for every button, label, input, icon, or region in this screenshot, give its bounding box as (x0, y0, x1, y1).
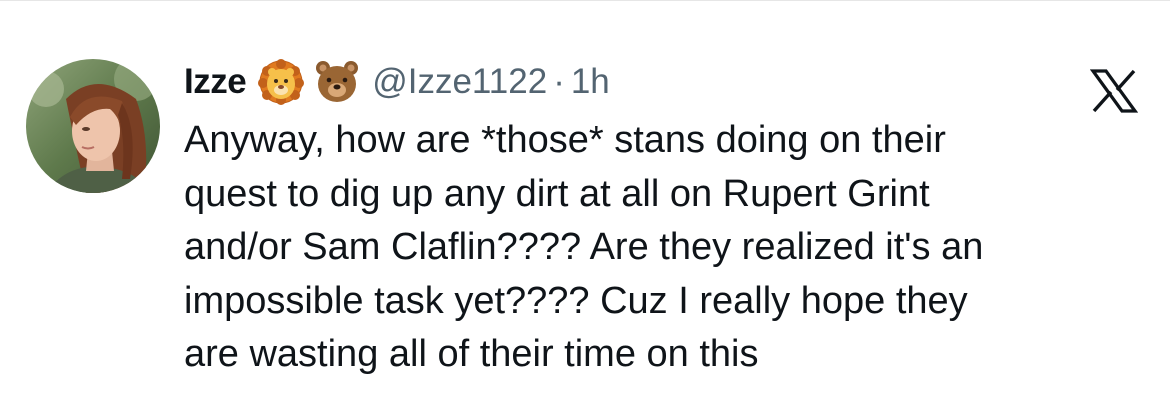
tweet-header: Izze @Izze1122 · 1h (184, 57, 610, 107)
lion-emoji-icon (258, 59, 305, 105)
tweet-timestamp[interactable]: 1h (571, 62, 610, 102)
author-display-name[interactable]: Izze (184, 62, 247, 102)
avatar[interactable] (26, 59, 160, 193)
tweet-text-line: impossible task yet???? Cuz I really hop… (184, 279, 968, 322)
header-separator: · (553, 62, 565, 101)
tweet-text-line: and/or Sam Claflin???? Are they realized… (184, 226, 984, 268)
tweet-text-line: Anyway, how are *those* stans doing on t… (184, 119, 946, 161)
tweet-card[interactable]: Izze @Izze1122 · 1h Anyway, how are *tho… (0, 0, 1170, 406)
avatar-image (26, 59, 160, 193)
author-handle[interactable]: @Izze1122 (372, 62, 547, 102)
tweet-text-line: are wasting all of their time on this (184, 333, 759, 375)
tweet-text-line: quest to dig up any dirt at all on Ruper… (184, 172, 930, 215)
tweet-text: Anyway, how are *those* stans doing on t… (184, 114, 1144, 382)
x-logo-icon[interactable] (1090, 69, 1138, 113)
bear-emoji-icon (314, 59, 360, 105)
